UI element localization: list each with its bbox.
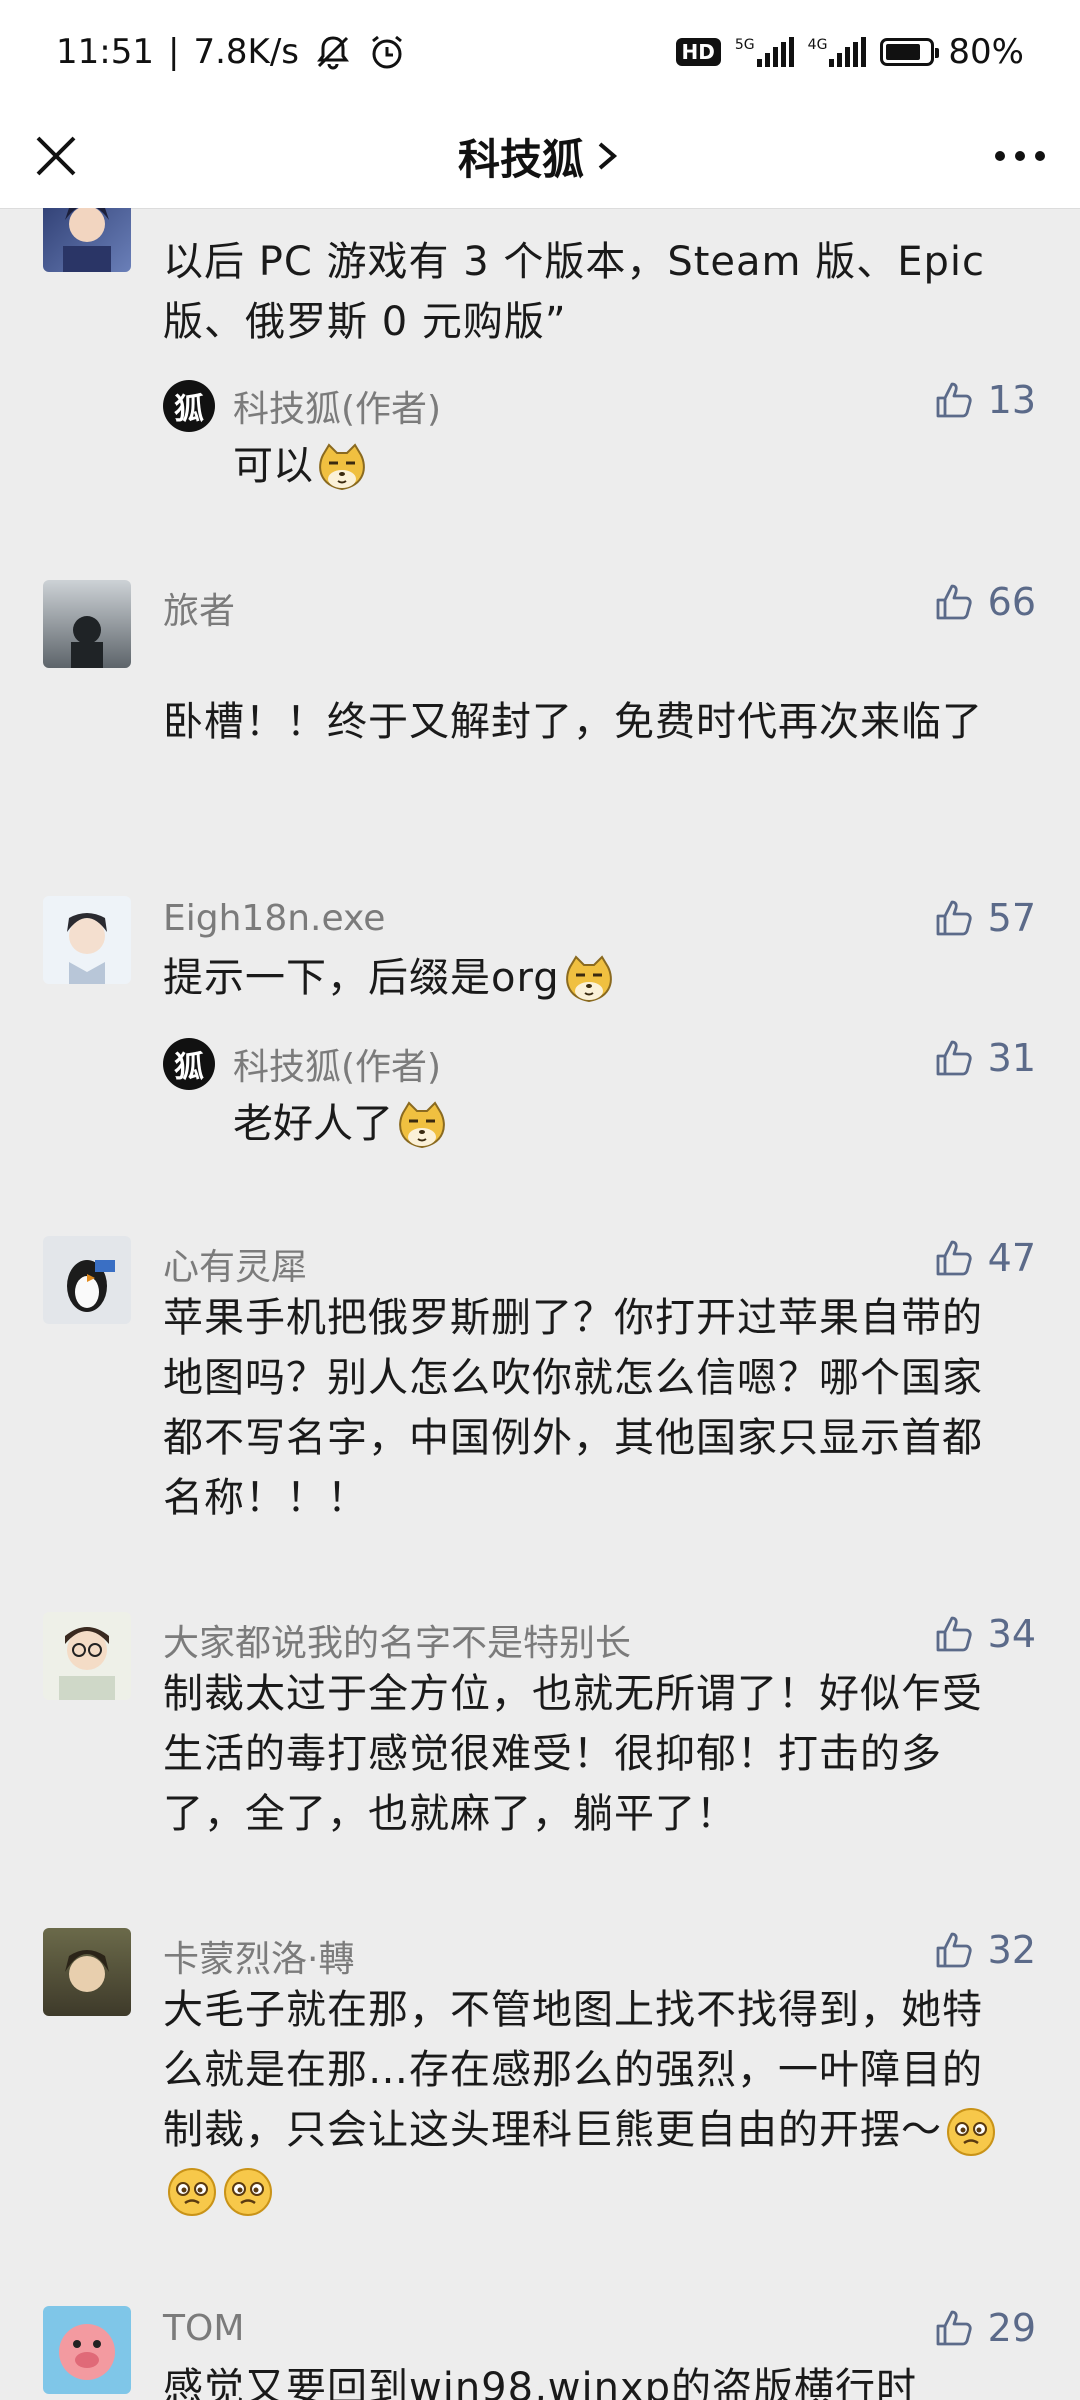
comment-text-row: 大毛子就在那，不管地图上找不找得到，她特么就是在那…存在感那么的强烈，一叶障目的… bbox=[163, 1980, 1023, 2220]
like-button[interactable]: 57 bbox=[932, 896, 1036, 940]
reply-text: 可以 bbox=[233, 443, 313, 489]
battery-text: 80% bbox=[948, 32, 1024, 72]
like-button[interactable]: 31 bbox=[932, 1036, 1036, 1080]
thumbs-up-icon bbox=[932, 1928, 976, 1972]
signal-4g-icon bbox=[829, 37, 867, 67]
like-button[interactable]: 34 bbox=[932, 1612, 1036, 1656]
status-right: HD 5G 4G 80% bbox=[675, 32, 1024, 72]
avatar-anime-image bbox=[63, 208, 111, 272]
avatar-silhouette-image bbox=[71, 616, 103, 668]
more-button[interactable] bbox=[988, 130, 1052, 182]
thumbs-up-icon bbox=[932, 1036, 976, 1080]
avatar[interactable] bbox=[43, 1236, 131, 1324]
like-count: 34 bbox=[987, 1612, 1036, 1656]
avatar[interactable] bbox=[43, 2306, 131, 2394]
network-4g-label: 4G bbox=[807, 37, 828, 53]
chevron-right-icon bbox=[598, 142, 618, 170]
comment-username[interactable]: 旅者 bbox=[163, 582, 235, 634]
comment-username[interactable]: Eigh18n.exe bbox=[163, 898, 385, 939]
reply-text-row: 老好人了 bbox=[233, 1094, 449, 1154]
like-button[interactable]: 13 bbox=[932, 378, 1036, 422]
avatar[interactable] bbox=[43, 208, 131, 272]
face-emoji-icon bbox=[165, 2165, 219, 2219]
comment-text: 卧槽！！终于又解封了，免费时代再次来临了 bbox=[163, 699, 983, 745]
avatar-cartoon-image bbox=[59, 1627, 115, 1700]
thumbs-up-icon bbox=[932, 1612, 976, 1656]
comment-text: 提示一下，后缀是org bbox=[163, 955, 560, 1001]
comment-text: 以后 PC 游戏有 3 个版本，Steam 版、Epic 版、俄罗斯 0 元购版… bbox=[163, 239, 986, 345]
comment-username[interactable]: 大家都说我的名字不是特别长 bbox=[163, 1614, 631, 1666]
comment-text-row: 提示一下，后缀是org bbox=[163, 948, 1023, 1008]
status-bar: 11:51 | 7.8K/s HD 5G 4G 80% bbox=[0, 0, 1080, 104]
avatar-penguin-image bbox=[67, 1260, 115, 1312]
page-title: 科技狐 bbox=[457, 134, 584, 184]
reply-author[interactable]: 科技狐(作者) bbox=[233, 1038, 441, 1090]
like-count: 13 bbox=[987, 378, 1036, 422]
network-5g-label: 5G bbox=[734, 37, 755, 53]
signal-4g: 4G bbox=[808, 37, 867, 67]
like-count: 29 bbox=[987, 2306, 1036, 2350]
title-bar: 科技狐 bbox=[0, 104, 1080, 209]
signal-5g-icon bbox=[756, 37, 794, 67]
status-left: 11:51 | 7.8K/s bbox=[56, 32, 407, 72]
title-link[interactable]: 科技狐 bbox=[0, 104, 1080, 208]
like-button[interactable]: 32 bbox=[932, 1928, 1036, 1972]
like-button[interactable]: 29 bbox=[932, 2306, 1036, 2350]
reply-text: 老好人了 bbox=[233, 1101, 393, 1147]
thumbs-up-icon bbox=[932, 1236, 976, 1280]
comment-username[interactable]: TOM bbox=[163, 2308, 244, 2349]
comment-username[interactable]: 心有灵犀 bbox=[163, 1238, 307, 1290]
thumbs-up-icon bbox=[932, 896, 976, 940]
alarm-icon bbox=[367, 32, 407, 72]
mute-bell-icon bbox=[313, 32, 353, 72]
reply-avatar[interactable]: 狐 bbox=[163, 1038, 215, 1090]
status-time: 11:51 bbox=[56, 32, 154, 72]
hd-badge: HD bbox=[675, 38, 721, 66]
comment-text: 制裁太过于全方位，也就无所谓了！好似乍受生活的毒打感觉很难受！很抑郁！打击的多了… bbox=[163, 1671, 983, 1837]
signal-5g: 5G bbox=[735, 37, 794, 67]
thumbs-up-icon bbox=[932, 378, 976, 422]
face-emoji-icon bbox=[221, 2165, 275, 2219]
like-count: 32 bbox=[987, 1928, 1036, 1972]
status-speed: 7.8K/s bbox=[193, 32, 299, 72]
avatar-anime-image bbox=[65, 1950, 109, 1992]
doge-emoji-icon bbox=[395, 1099, 449, 1153]
face-emoji-icon bbox=[944, 2105, 998, 2159]
like-count: 57 bbox=[987, 896, 1036, 940]
reply-avatar[interactable]: 狐 bbox=[163, 380, 215, 432]
avatar[interactable] bbox=[43, 1612, 131, 1700]
comment-text: 苹果手机把俄罗斯删了？你打开过苹果自带的地图吗？别人怎么吹你就怎么信嗯？哪个国家… bbox=[163, 1295, 983, 1521]
like-count: 31 bbox=[987, 1036, 1036, 1080]
reply-text-row: 可以 bbox=[233, 436, 369, 496]
like-count: 47 bbox=[987, 1236, 1036, 1280]
reply-author[interactable]: 科技狐(作者) bbox=[233, 380, 441, 432]
comment-text: 感觉又要回到win98,winxp的盗版横行时 bbox=[163, 2365, 918, 2400]
avatar-boy-image bbox=[67, 913, 107, 984]
battery-icon bbox=[880, 38, 940, 66]
thumbs-up-icon bbox=[932, 2306, 976, 2350]
comment-username[interactable]: 卡蒙烈洛·轉 bbox=[163, 1930, 354, 1982]
like-button[interactable]: 66 bbox=[932, 580, 1036, 624]
avatar[interactable] bbox=[43, 896, 131, 984]
avatar[interactable] bbox=[43, 1928, 131, 2016]
battery-fill bbox=[886, 44, 921, 60]
thumbs-up-icon bbox=[932, 580, 976, 624]
avatar[interactable] bbox=[43, 580, 131, 668]
more-icon bbox=[995, 151, 1045, 161]
like-count: 66 bbox=[987, 580, 1036, 624]
doge-emoji-icon bbox=[315, 441, 369, 495]
comment-text: 大毛子就在那，不管地图上找不找得到，她特么就是在那…存在感那么的强烈，一叶障目的… bbox=[163, 1987, 983, 2153]
like-button[interactable]: 47 bbox=[932, 1236, 1036, 1280]
avatar-pig-image bbox=[59, 2324, 115, 2380]
status-separator: | bbox=[167, 32, 180, 72]
comment-list: 以后 PC 游戏有 3 个版本，Steam 版、Epic 版、俄罗斯 0 元购版… bbox=[0, 208, 1080, 2400]
doge-emoji-icon bbox=[562, 953, 616, 1007]
